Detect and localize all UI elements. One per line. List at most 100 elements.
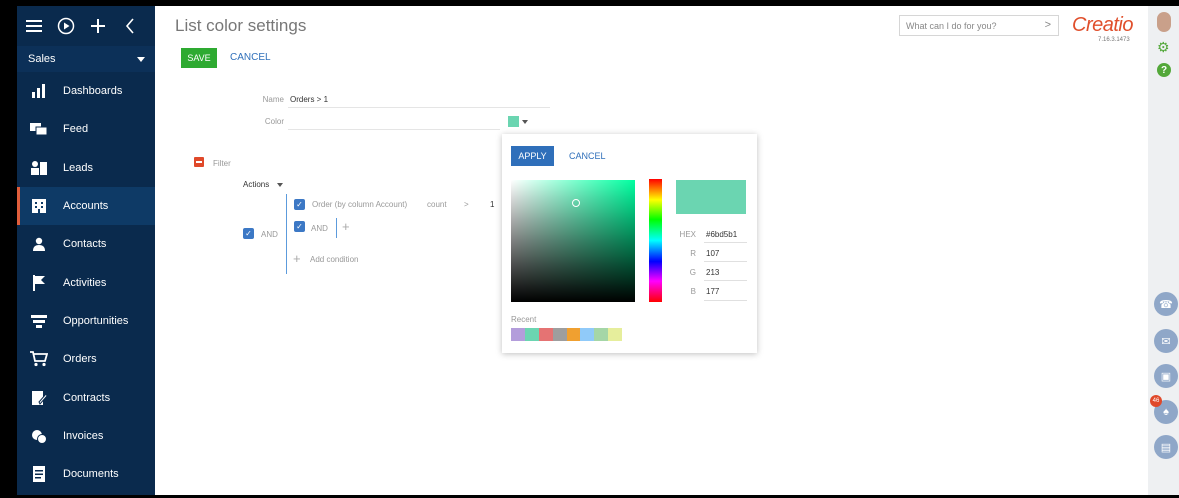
sidebar: Sales Dashboards Feed Leads Accounts Con… (17, 6, 155, 495)
g-underline (704, 280, 747, 281)
condition-function[interactable]: count (427, 200, 447, 209)
add-subcondition-icon[interactable]: + (342, 219, 350, 234)
subgroup-bracket (336, 218, 337, 238)
sidebar-item-contracts[interactable]: Contracts (17, 378, 155, 416)
color-cursor[interactable] (572, 199, 580, 207)
search-placeholder: What can I do for you? (906, 20, 997, 31)
sidebar-item-label: Documents (63, 468, 119, 481)
name-underline (288, 107, 550, 108)
workspace-label: Sales (28, 53, 56, 65)
subgroup-checkbox[interactable]: ✓ (294, 221, 305, 232)
chevron-down-icon (137, 56, 145, 62)
sidebar-item-opportunities[interactable]: Opportunities (17, 302, 155, 340)
recent-colors (511, 328, 623, 341)
chevron-left-icon[interactable] (121, 17, 139, 35)
r-input[interactable]: 107 (706, 249, 719, 258)
picker-cancel-button[interactable]: CANCEL (569, 151, 606, 161)
plus-icon[interactable]: + (293, 251, 301, 266)
document-icon (30, 466, 48, 483)
sidebar-nav: Dashboards Feed Leads Accounts Contacts … (17, 72, 155, 493)
color-swatch[interactable] (508, 116, 519, 127)
phone-icon[interactable]: ☎ (1154, 292, 1178, 316)
contract-icon (30, 390, 48, 406)
sidebar-item-invoices[interactable]: Invoices (17, 417, 155, 455)
play-circle-icon[interactable] (57, 17, 75, 35)
email-icon[interactable]: ✉ (1154, 329, 1178, 353)
sidebar-item-label: Invoices (63, 429, 104, 442)
sidebar-item-documents[interactable]: Documents (17, 455, 155, 493)
subgroup-operator[interactable]: AND (311, 224, 328, 233)
recent-label: Recent (511, 315, 537, 324)
group-checkbox[interactable]: ✓ (243, 228, 254, 239)
sidebar-item-label: Leads (63, 161, 93, 174)
add-condition-link[interactable]: Add condition (310, 255, 358, 264)
collapse-filter-icon[interactable] (194, 157, 204, 167)
command-search-input[interactable]: What can I do for you? > (899, 15, 1059, 36)
sidebar-item-label: Contracts (63, 391, 111, 404)
hamburger-icon[interactable] (25, 17, 43, 35)
sidebar-item-label: Contacts (63, 238, 107, 251)
recent-color-swatch[interactable] (594, 328, 609, 341)
sidebar-item-dashboards[interactable]: Dashboards (17, 72, 155, 110)
recent-color-swatch[interactable] (538, 328, 553, 341)
sidebar-item-label: Activities (63, 276, 107, 289)
recent-color-swatch[interactable] (608, 328, 623, 341)
b-underline (704, 300, 747, 301)
save-button[interactable]: SAVE (181, 48, 217, 68)
b-input[interactable]: 177 (706, 287, 719, 296)
g-input[interactable]: 213 (706, 268, 719, 277)
actions-menu[interactable]: Actions (243, 180, 269, 189)
sidebar-item-label: Feed (63, 123, 89, 136)
feed-icon[interactable]: ▤ (1154, 435, 1178, 459)
sidebar-item-feed[interactable]: Feed (17, 110, 155, 148)
left-border (0, 0, 17, 498)
g-label: G (689, 268, 696, 277)
recent-color-swatch[interactable] (580, 328, 595, 341)
sidebar-item-activities[interactable]: Activities (17, 263, 155, 301)
recent-color-swatch[interactable] (511, 328, 525, 341)
chat-icon[interactable]: ▣ (1154, 364, 1178, 388)
group-operator[interactable]: AND (261, 230, 278, 239)
chevron-right-icon[interactable]: > (1045, 19, 1051, 31)
condition-column[interactable]: Order (by column Account) (312, 200, 407, 209)
invoice-icon (30, 428, 48, 444)
condition-checkbox[interactable]: ✓ (294, 199, 305, 210)
avatar-icon[interactable] (1157, 12, 1171, 32)
sidebar-item-orders[interactable]: Orders (17, 340, 155, 378)
chevron-down-icon[interactable] (522, 120, 528, 124)
sidebar-item-label: Orders (63, 353, 97, 366)
sidebar-item-accounts[interactable]: Accounts (17, 186, 155, 226)
sidebar-item-label: Opportunities (63, 314, 129, 327)
r-underline (704, 261, 747, 262)
sidebar-item-label: Dashboards (63, 85, 123, 98)
r-label: R (690, 249, 696, 258)
condition-operator[interactable]: > (464, 200, 469, 209)
logo: Creatio (1072, 14, 1133, 36)
apply-button[interactable]: APPLY (511, 146, 554, 166)
condition-value[interactable]: 1 (490, 200, 494, 209)
color-underline (288, 129, 500, 130)
saturation-value-area[interactable] (511, 180, 635, 302)
sidebar-item-contacts[interactable]: Contacts (17, 225, 155, 263)
color-preview (676, 180, 746, 214)
recent-color-swatch[interactable] (552, 328, 567, 341)
top-border (0, 0, 1179, 6)
notification-badge: 46 (1150, 395, 1162, 407)
feed-icon (30, 121, 48, 137)
hex-input[interactable]: #6bd5b1 (706, 230, 737, 239)
help-icon[interactable]: ? (1157, 63, 1171, 77)
recent-color-swatch[interactable] (524, 328, 539, 341)
plus-icon[interactable] (89, 17, 107, 35)
hue-slider[interactable] (649, 179, 662, 302)
name-field[interactable]: Orders > 1 (290, 95, 328, 104)
filter-title: Filter (213, 159, 231, 168)
recent-color-swatch[interactable] (566, 328, 581, 341)
workspace-selector[interactable]: Sales (17, 46, 155, 72)
chevron-down-icon[interactable] (277, 183, 283, 187)
cancel-button[interactable]: CANCEL (230, 52, 271, 63)
page-title: List color settings (175, 16, 307, 35)
gear-icon[interactable]: ⚙ (1157, 40, 1171, 54)
group-bracket (286, 194, 287, 274)
building-icon (30, 198, 48, 214)
sidebar-item-leads[interactable]: Leads (17, 149, 155, 187)
